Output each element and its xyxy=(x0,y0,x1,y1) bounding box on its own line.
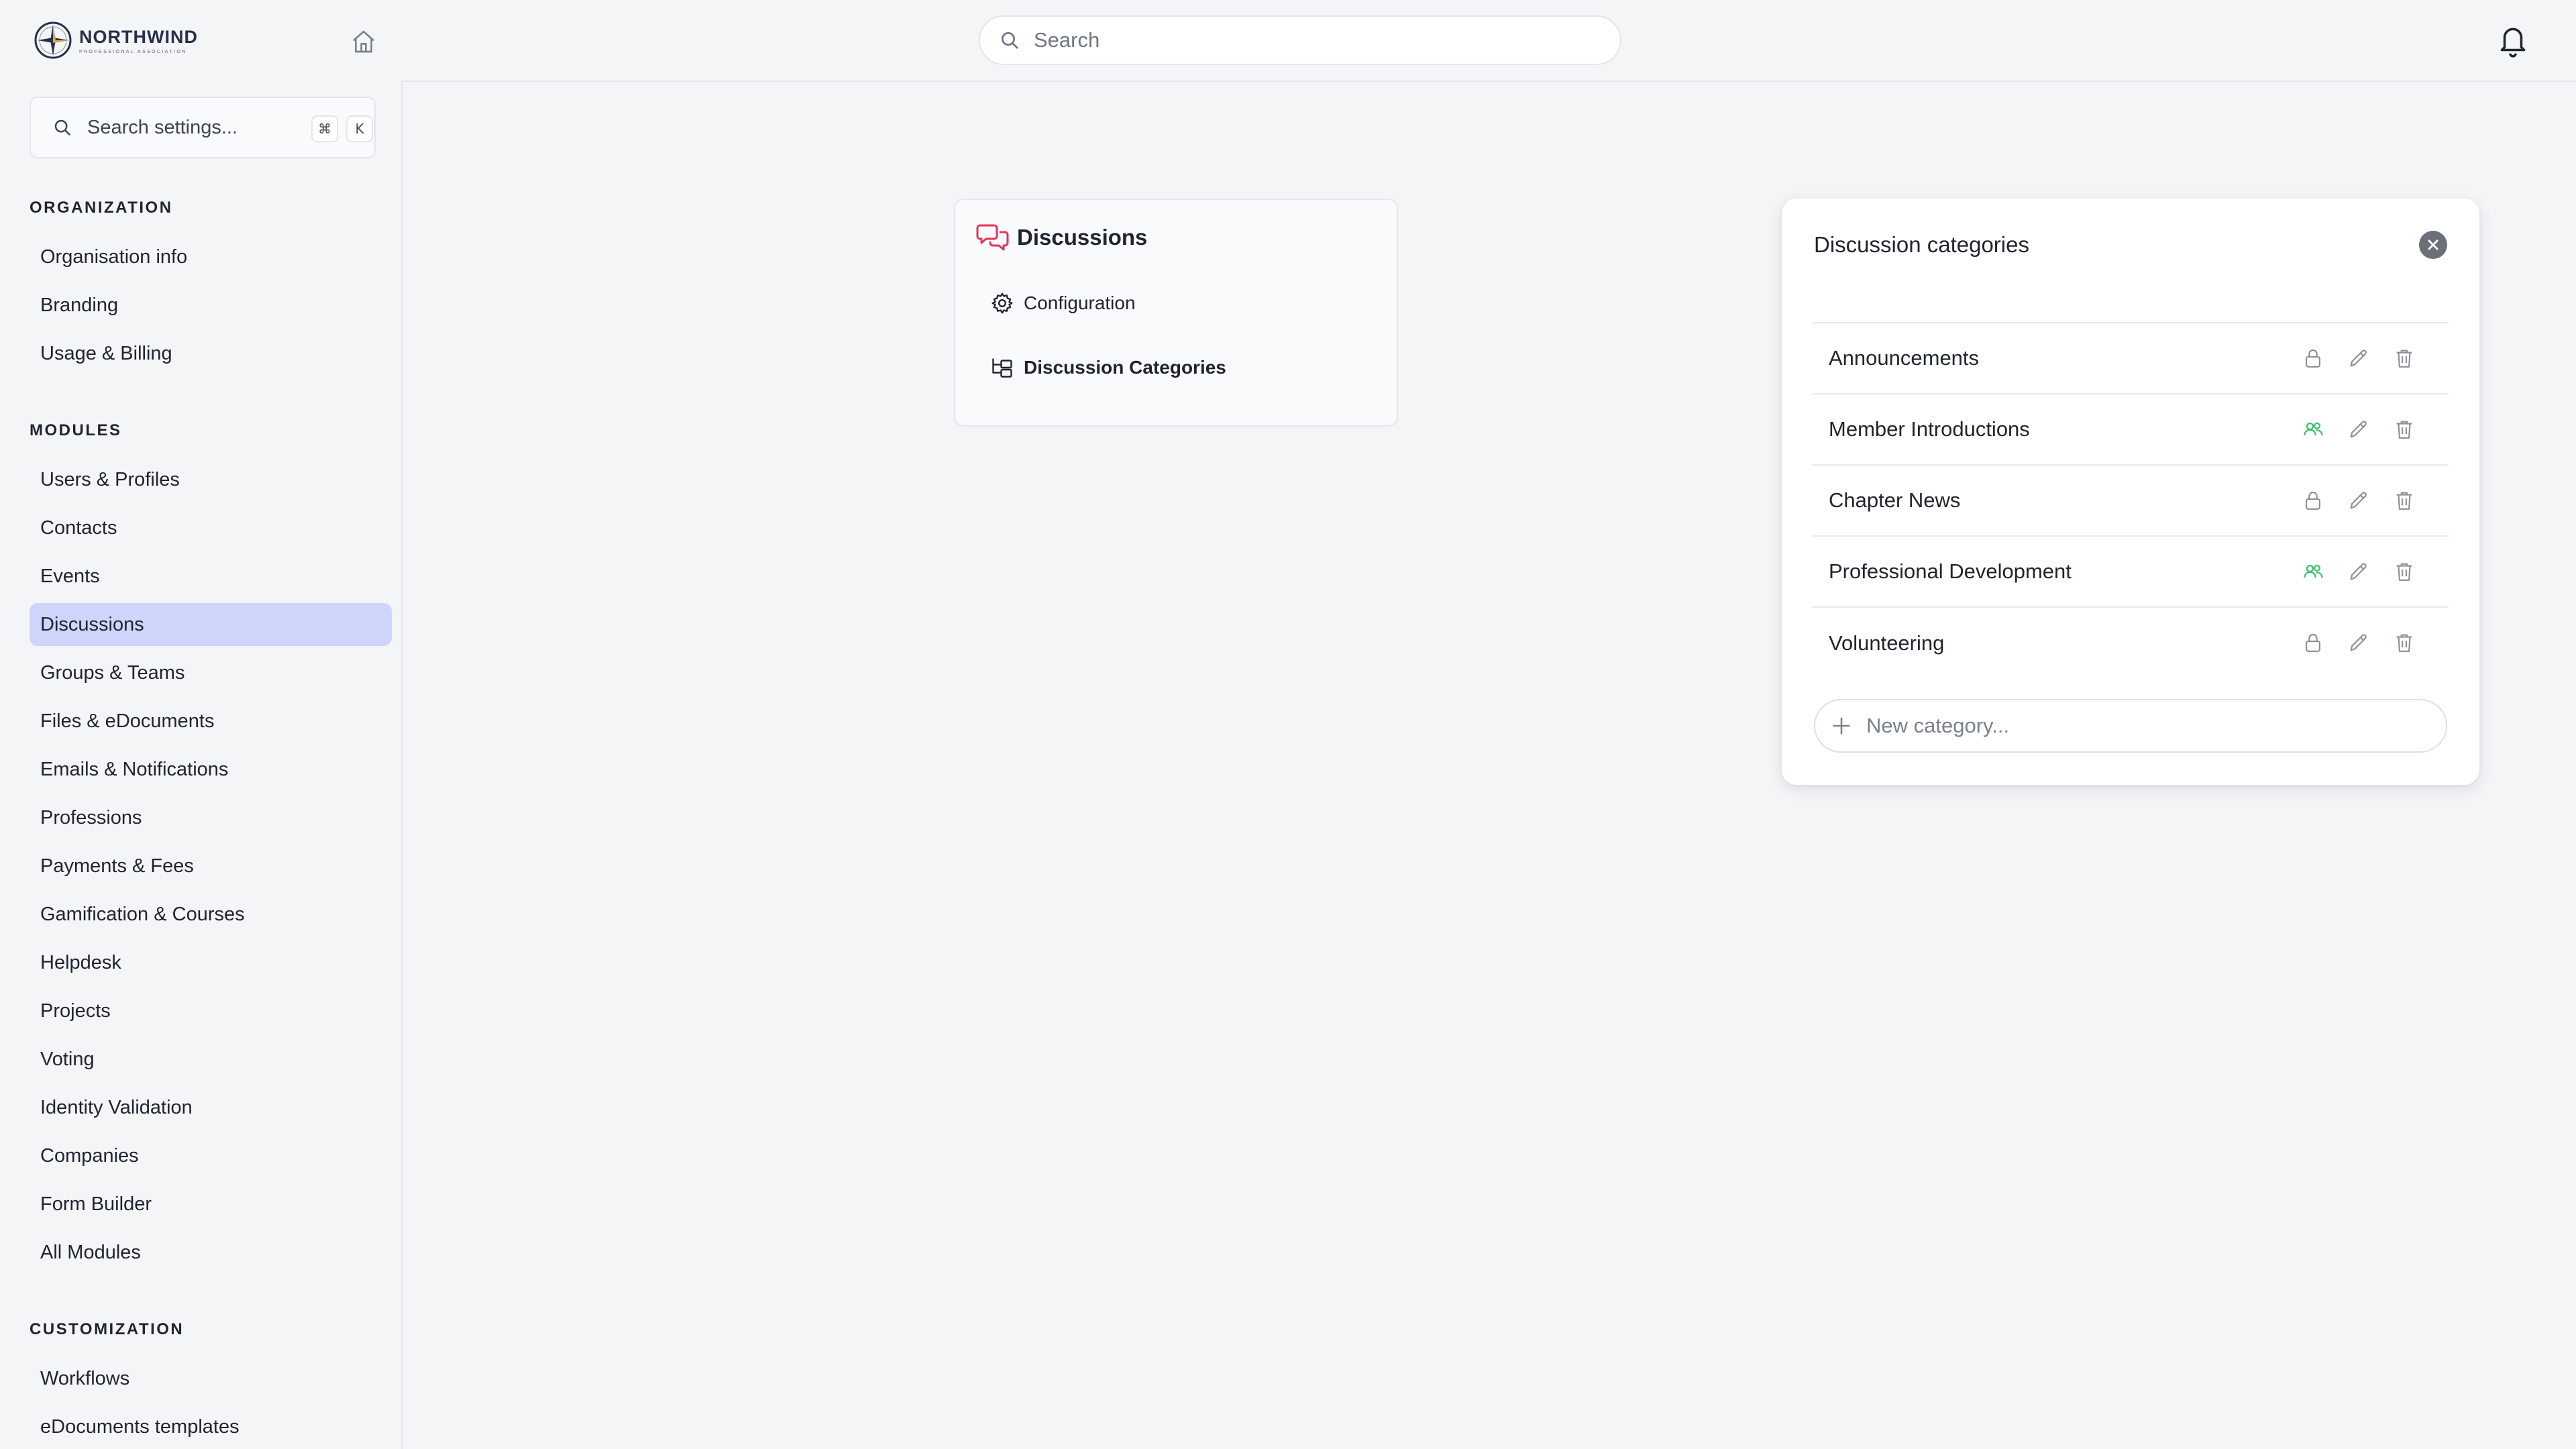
submenu-title: Discussions xyxy=(1017,225,1148,250)
hierarchy-icon xyxy=(992,358,1012,378)
brand-name: NORTHWIND xyxy=(79,26,198,47)
delete-trash-icon[interactable] xyxy=(2387,412,2422,447)
delete-trash-icon[interactable] xyxy=(2387,483,2422,518)
category-row[interactable]: Member Introductions xyxy=(1813,394,2449,466)
category-name: Member Introductions xyxy=(1829,417,2030,441)
brand-logo[interactable]: NORTHWIND PROFESSIONAL ASSOCIATION xyxy=(34,20,198,60)
edit-pencil-icon[interactable] xyxy=(2341,483,2376,518)
category-name: Chapter News xyxy=(1829,488,1961,512)
bell-icon xyxy=(2500,28,2526,58)
close-panel-button[interactable] xyxy=(2419,231,2447,259)
submenu-item-label: Configuration xyxy=(1024,292,1136,313)
row-actions xyxy=(2285,537,2422,606)
shortcut-cmd-key: ⌘ xyxy=(311,115,338,142)
compass-logo-icon xyxy=(34,21,72,59)
sidebar-item-form-builder[interactable]: Form Builder xyxy=(30,1183,392,1226)
close-icon xyxy=(2428,239,2438,250)
sidebar-item-files-edocuments[interactable]: Files & eDocuments xyxy=(30,700,392,743)
lock-icon[interactable] xyxy=(2296,625,2330,660)
sidebar-item-professions[interactable]: Professions xyxy=(30,796,392,839)
section-title-modules: MODULES xyxy=(30,421,122,439)
content-area: Discussions Configuration Discussion Cat… xyxy=(402,80,2576,1449)
sidebar-item-companies[interactable]: Companies xyxy=(30,1134,392,1177)
category-list: Announcements Member Introductions Chapt… xyxy=(1813,322,2449,679)
sidebar-item-voting[interactable]: Voting xyxy=(30,1038,392,1081)
row-actions xyxy=(2285,394,2422,464)
new-category-input[interactable] xyxy=(1865,713,2415,739)
sidebar-item-payments-fees[interactable]: Payments & Fees xyxy=(30,845,392,888)
section-title-customization: CUSTOMIZATION xyxy=(30,1320,184,1338)
search-icon xyxy=(1002,32,1018,49)
row-actions xyxy=(2285,323,2422,393)
gear-icon xyxy=(991,292,1013,314)
brand-text: NORTHWIND PROFESSIONAL ASSOCIATION xyxy=(79,27,198,54)
row-actions xyxy=(2285,608,2422,678)
discussions-submenu-card: Discussions Configuration Discussion Cat… xyxy=(954,199,1398,427)
notifications-button[interactable] xyxy=(2494,20,2532,60)
submenu-item-configuration[interactable]: Configuration xyxy=(990,291,1136,315)
brand-tagline: PROFESSIONAL ASSOCIATION xyxy=(79,49,187,54)
members-group-icon[interactable] xyxy=(2296,412,2330,447)
category-row[interactable]: Chapter News xyxy=(1813,466,2449,537)
sidebar-item-contacts[interactable]: Contacts xyxy=(30,506,392,549)
category-name: Volunteering xyxy=(1829,631,1945,655)
settings-sidebar: ⌘ K ORGANIZATION Organisation info Brand… xyxy=(0,80,402,1449)
sidebar-item-emails-notifications[interactable]: Emails & Notifications xyxy=(30,748,392,791)
submenu-header: Discussions xyxy=(975,220,1147,255)
category-name: Announcements xyxy=(1829,346,1980,370)
sidebar-item-branding[interactable]: Branding xyxy=(30,284,392,327)
settings-search[interactable]: ⌘ K xyxy=(30,97,376,158)
home-button[interactable] xyxy=(347,25,380,58)
edit-pencil-icon[interactable] xyxy=(2341,341,2376,376)
delete-trash-icon[interactable] xyxy=(2387,341,2422,376)
category-name: Professional Development xyxy=(1829,559,2072,583)
plus-icon xyxy=(1833,717,1850,735)
global-search[interactable] xyxy=(979,15,1621,65)
search-icon xyxy=(54,119,71,136)
section-title-organization: ORGANIZATION xyxy=(30,199,173,217)
new-category-field[interactable] xyxy=(1814,699,2447,753)
global-search-input[interactable] xyxy=(1032,28,1582,53)
discussion-categories-panel: Discussion categories Announcements Memb… xyxy=(1782,199,2479,785)
category-row[interactable]: Volunteering xyxy=(1813,608,2449,679)
edit-pencil-icon[interactable] xyxy=(2341,412,2376,447)
sidebar-item-identity-validation[interactable]: Identity Validation xyxy=(30,1086,392,1129)
edit-pencil-icon[interactable] xyxy=(2341,625,2376,660)
submenu-item-discussion-categories[interactable]: Discussion Categories xyxy=(990,356,1226,380)
sidebar-item-workflows[interactable]: Workflows xyxy=(30,1357,392,1400)
row-actions xyxy=(2285,466,2422,535)
category-row[interactable]: Professional Development xyxy=(1813,537,2449,608)
category-row[interactable]: Announcements xyxy=(1813,323,2449,394)
submenu-item-label: Discussion Categories xyxy=(1024,357,1226,378)
lock-icon[interactable] xyxy=(2296,483,2330,518)
sidebar-item-helpdesk[interactable]: Helpdesk xyxy=(30,941,392,984)
members-group-icon[interactable] xyxy=(2296,554,2330,589)
sidebar-item-usage-billing[interactable]: Usage & Billing xyxy=(30,332,392,375)
top-bar: NORTHWIND PROFESSIONAL ASSOCIATION xyxy=(0,0,2576,80)
sidebar-item-all-modules[interactable]: All Modules xyxy=(30,1231,392,1274)
sidebar-item-discussions[interactable]: Discussions xyxy=(30,603,392,646)
shortcut-k-key: K xyxy=(346,115,373,142)
sidebar-item-projects[interactable]: Projects xyxy=(30,989,392,1032)
lock-icon[interactable] xyxy=(2296,341,2330,376)
delete-trash-icon[interactable] xyxy=(2387,554,2422,589)
settings-search-input[interactable] xyxy=(86,115,287,140)
delete-trash-icon[interactable] xyxy=(2387,625,2422,660)
home-icon xyxy=(353,30,374,53)
discussion-bubbles-icon xyxy=(976,224,1009,251)
edit-pencil-icon[interactable] xyxy=(2341,554,2376,589)
panel-title: Discussion categories xyxy=(1814,232,2029,257)
sidebar-item-edocuments-templates[interactable]: eDocuments templates xyxy=(30,1405,392,1448)
sidebar-item-gamification-courses[interactable]: Gamification & Courses xyxy=(30,893,392,936)
sidebar-item-organisation-info[interactable]: Organisation info xyxy=(30,235,392,278)
sidebar-item-events[interactable]: Events xyxy=(30,555,392,598)
sidebar-item-users-profiles[interactable]: Users & Profiles xyxy=(30,458,392,501)
sidebar-item-groups-teams[interactable]: Groups & Teams xyxy=(30,651,392,694)
